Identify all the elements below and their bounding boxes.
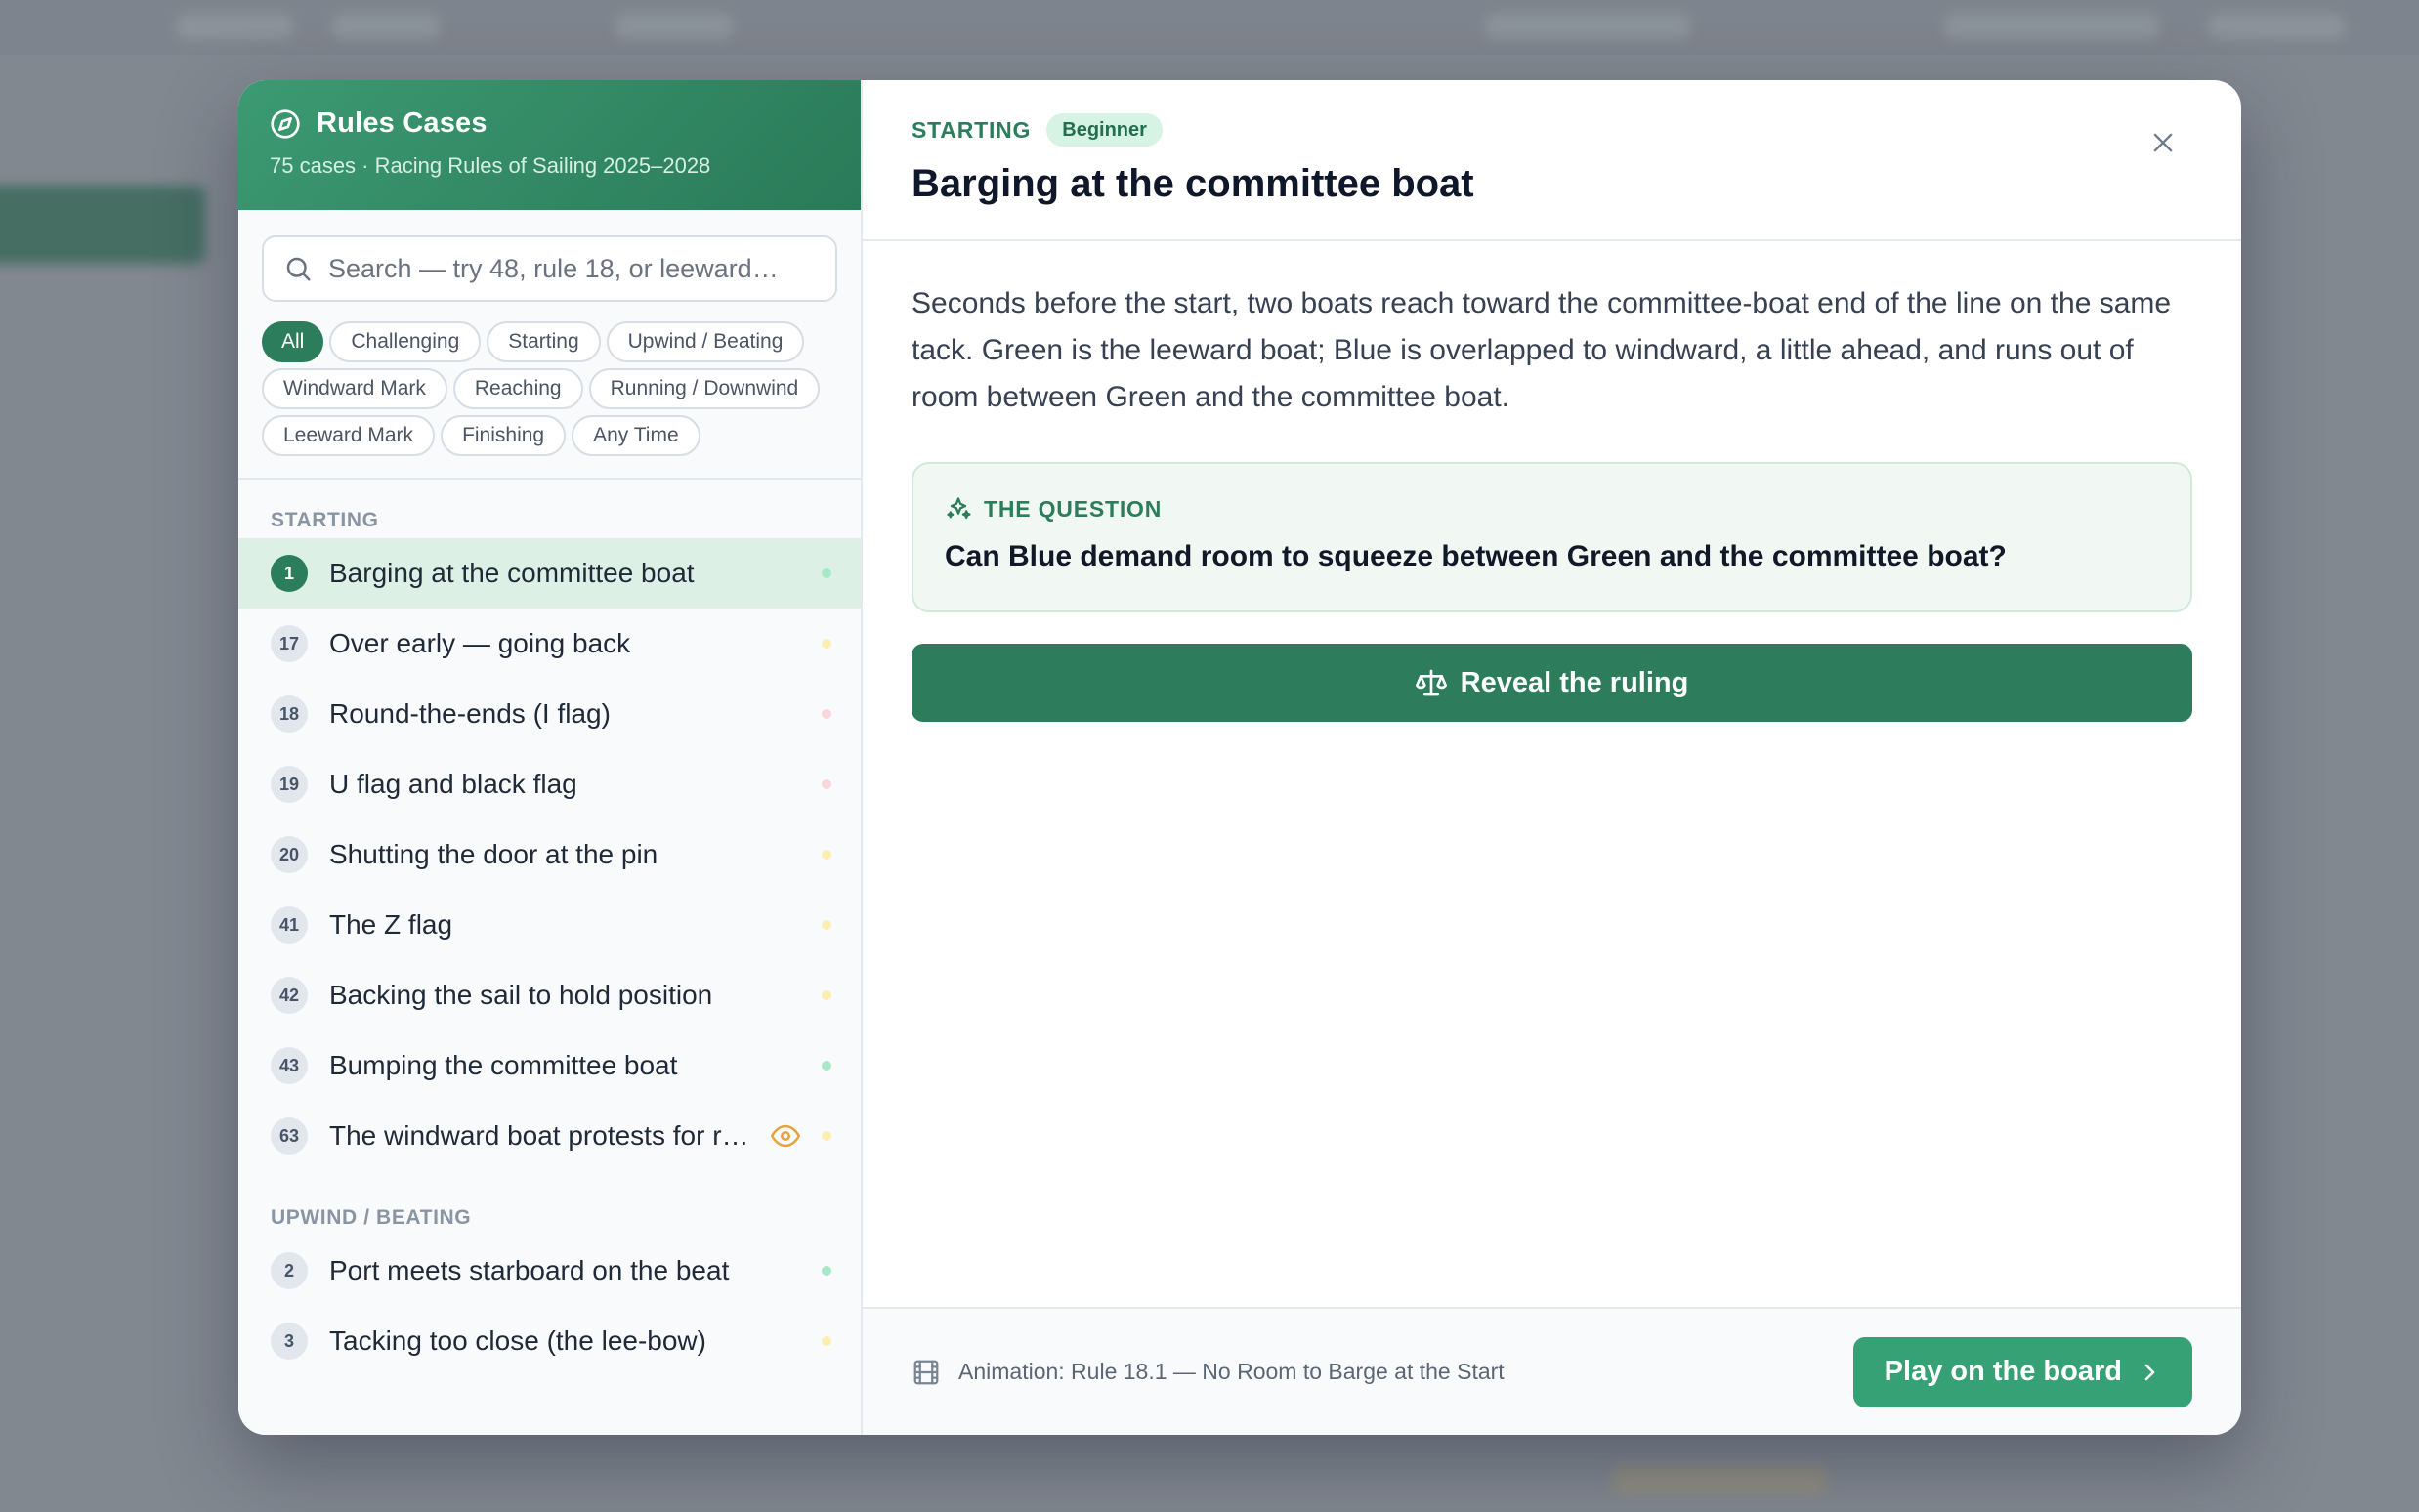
sparkles-icon <box>945 495 972 523</box>
filter-chip-leeward-mark[interactable]: Leeward Mark <box>262 415 436 456</box>
case-title: Backing the sail to hold position <box>329 980 713 1010</box>
case-title: Port meets starboard on the beat <box>329 1255 730 1285</box>
case-item[interactable]: 19 U flag and black flag <box>238 749 861 819</box>
filter-chip-upwind[interactable]: Upwind / Beating <box>606 321 805 362</box>
case-title: Bumping the committee boat <box>329 1050 678 1080</box>
case-item[interactable]: 2 Port meets starboard on the beat <box>238 1236 861 1306</box>
case-item[interactable]: 18 Round-the-ends (I flag) <box>238 679 861 749</box>
difficulty-dot <box>822 920 831 930</box>
case-title-heading: Barging at the committee boat <box>912 162 1474 205</box>
film-icon <box>912 1358 941 1387</box>
sidebar-subtitle: 75 cases · Racing Rules of Sailing 2025–… <box>270 153 711 178</box>
case-number: 19 <box>271 766 308 803</box>
search-input[interactable] <box>328 253 816 284</box>
compass-icon <box>270 108 301 140</box>
difficulty-dot <box>822 1266 831 1276</box>
sidebar-title: Rules Cases <box>317 107 488 139</box>
case-footer: Animation: Rule 18.1 — No Room to Barge … <box>863 1307 2241 1435</box>
case-item[interactable]: 41 The Z flag <box>238 890 861 960</box>
case-item[interactable]: 3 Tacking too close (the lee-bow) <box>238 1306 861 1376</box>
filter-chip-finishing[interactable]: Finishing <box>441 415 567 456</box>
rules-cases-dialog: Rules Cases 75 cases · Racing Rules of S… <box>238 80 2241 1435</box>
case-title: Round-the-ends (I flag) <box>329 698 611 729</box>
case-number: 43 <box>271 1047 308 1084</box>
level-badge: Beginner <box>1046 113 1163 147</box>
search-icon <box>283 254 313 283</box>
difficulty-dot <box>822 639 831 649</box>
case-number: 41 <box>271 906 308 944</box>
group-label-upwind: UPWIND / BEATING <box>271 1206 472 1229</box>
difficulty-dot <box>822 1061 831 1071</box>
case-item[interactable]: 63 The windward boat protests for room <box>238 1101 861 1171</box>
difficulty-dot <box>822 1131 831 1141</box>
case-number: 18 <box>271 695 308 733</box>
animation-caption: Animation: Rule 18.1 — No Room to Barge … <box>958 1359 1505 1384</box>
question-label: THE QUESTION <box>984 495 1163 522</box>
scale-icon <box>1415 667 1447 698</box>
difficulty-dot <box>822 568 831 578</box>
reveal-ruling-label: Reveal the ruling <box>1460 666 1689 698</box>
search-box <box>262 235 837 302</box>
filter-chip-running[interactable]: Running / Downwind <box>588 368 821 409</box>
close-button[interactable] <box>2142 121 2185 164</box>
case-body: Seconds before the start, two boats reac… <box>863 241 2241 1307</box>
difficulty-dot <box>822 990 831 1000</box>
case-number: 1 <box>271 555 308 592</box>
case-title: Tacking too close (the lee-bow) <box>329 1325 706 1356</box>
case-number: 3 <box>271 1323 308 1360</box>
difficulty-dot <box>822 850 831 860</box>
case-number: 2 <box>271 1252 308 1289</box>
case-item[interactable]: 17 Over early — going back <box>238 609 861 679</box>
case-number: 63 <box>271 1117 308 1155</box>
play-on-board-label: Play on the board <box>1884 1356 2122 1387</box>
eye-icon <box>771 1121 800 1151</box>
reveal-ruling-button[interactable]: Reveal the ruling <box>912 644 2192 722</box>
cases-sidebar: Rules Cases 75 cases · Racing Rules of S… <box>238 80 863 1435</box>
case-category: STARTING <box>912 116 1032 143</box>
close-icon <box>2149 129 2177 156</box>
case-title: Over early — going back <box>329 628 631 658</box>
filter-chip-challenging[interactable]: Challenging <box>329 321 482 362</box>
difficulty-dot <box>822 779 831 789</box>
filter-chip-reaching[interactable]: Reaching <box>452 368 583 409</box>
question-card: THE QUESTION Can Blue demand room to squ… <box>912 462 2192 612</box>
case-list: STARTING 1 Barging at the committee boat… <box>238 480 861 1435</box>
filter-chip-windward-mark[interactable]: Windward Mark <box>262 368 447 409</box>
case-title: U flag and black flag <box>329 769 577 799</box>
case-title: Barging at the committee boat <box>329 558 695 588</box>
case-header: STARTING Beginner Barging at the committ… <box>863 80 2241 241</box>
sidebar-header: Rules Cases 75 cases · Racing Rules of S… <box>238 80 861 210</box>
play-on-board-button[interactable]: Play on the board <box>1852 1336 2192 1407</box>
case-detail: STARTING Beginner Barging at the committ… <box>863 80 2241 1435</box>
scenario-text: Seconds before the start, two boats reac… <box>912 287 2172 413</box>
case-item[interactable]: 1 Barging at the committee boat <box>238 538 861 609</box>
case-item[interactable]: 42 Backing the sail to hold position <box>238 960 861 1030</box>
case-number: 20 <box>271 836 308 873</box>
case-title: The windward boat protests for room <box>329 1120 759 1151</box>
case-number: 17 <box>271 625 308 662</box>
case-item[interactable]: 43 Bumping the committee boat <box>238 1030 861 1101</box>
case-title: The Z flag <box>329 909 453 940</box>
case-number: 42 <box>271 977 308 1014</box>
filter-chip-starting[interactable]: Starting <box>487 321 601 362</box>
group-label-starting: STARTING <box>271 509 379 531</box>
filter-chip-any-time[interactable]: Any Time <box>572 415 700 456</box>
filter-chip-all[interactable]: All <box>262 321 324 362</box>
difficulty-dot <box>822 709 831 719</box>
difficulty-dot <box>822 1336 831 1346</box>
filter-chips: All Challenging Starting Upwind / Beatin… <box>238 302 863 456</box>
case-item[interactable]: 20 Shutting the door at the pin <box>238 819 861 890</box>
question-text: Can Blue demand room to squeeze between … <box>945 540 2007 572</box>
case-title: Shutting the door at the pin <box>329 839 658 869</box>
chevron-right-icon <box>2138 1361 2161 1384</box>
